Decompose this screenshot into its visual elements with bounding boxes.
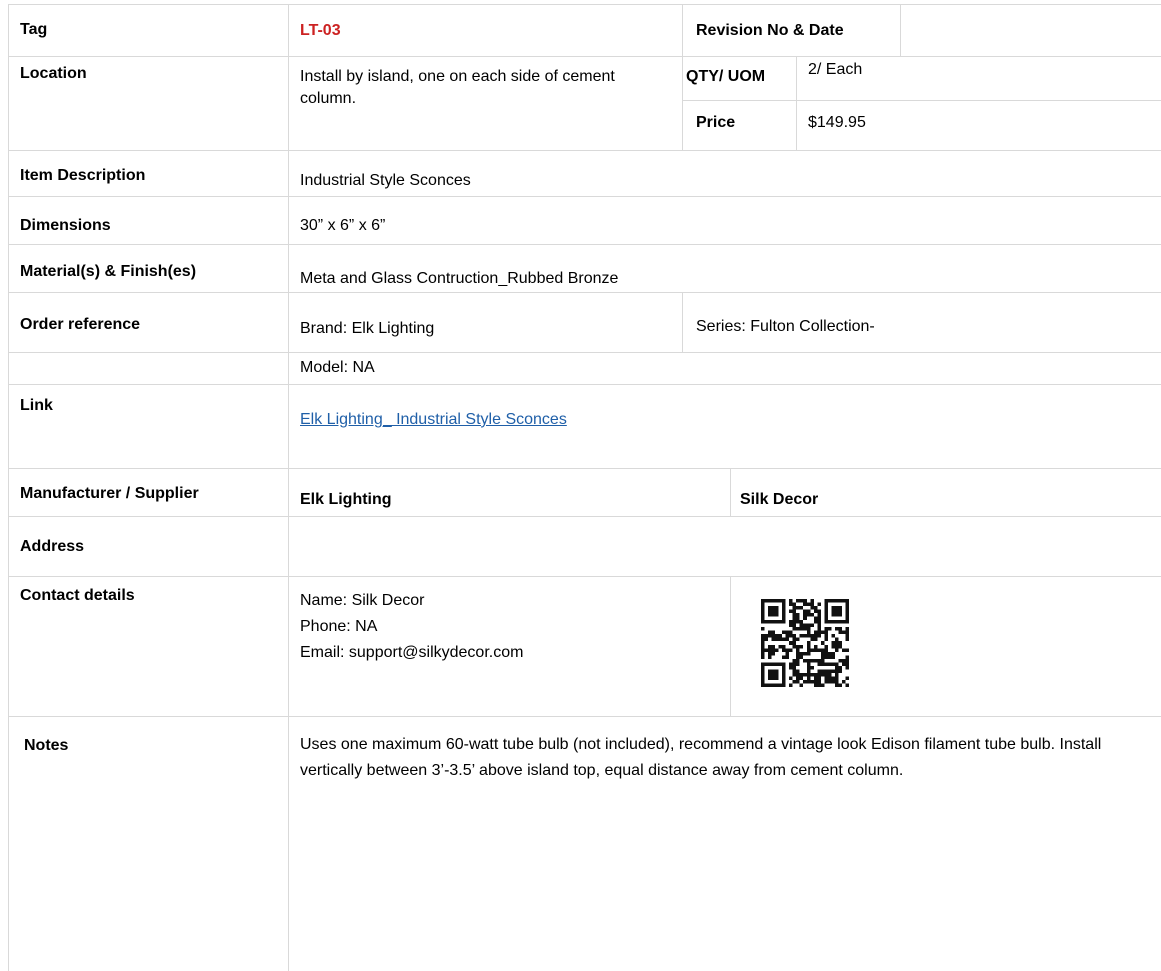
contact-name: Name: Silk Decor xyxy=(300,592,425,609)
address-label: Address xyxy=(20,538,85,555)
supplier-value: Silk Decor xyxy=(740,491,819,508)
order-brand: Brand: Elk Lighting xyxy=(300,320,435,337)
grid-line xyxy=(8,150,1161,151)
dimensions-label: Dimensions xyxy=(20,217,111,234)
grid-line xyxy=(682,4,683,150)
notes-value: Uses one maximum 60-watt tube bulb (not … xyxy=(300,736,1102,779)
manufacturer-value: Elk Lighting xyxy=(300,491,392,508)
qty-value: 2/ Each xyxy=(808,61,863,78)
tag-label: Tag xyxy=(20,21,48,38)
price-label: Price xyxy=(696,114,736,131)
order-series: Series: Fulton Collection- xyxy=(696,318,875,335)
order-model: Model: NA xyxy=(300,359,375,376)
manufacturer-label: Manufacturer / Supplier xyxy=(20,485,199,502)
contact-phone: Phone: NA xyxy=(300,618,378,635)
price-value: $149.95 xyxy=(808,114,866,131)
item-description-label: Item Description xyxy=(20,167,146,184)
grid-line xyxy=(8,384,1161,385)
item-description-value: Industrial Style Sconces xyxy=(300,172,471,189)
location-label: Location xyxy=(20,65,87,82)
grid-line xyxy=(8,56,1161,57)
spec-sheet: Tag LT-03 Revision No & Date Location In… xyxy=(8,4,1161,971)
qty-label: QTY/ UOM xyxy=(686,68,766,85)
materials-label: Material(s) & Finish(es) xyxy=(20,263,197,280)
materials-value: Meta and Glass Contruction_Rubbed Bronze xyxy=(300,270,619,287)
grid-line xyxy=(900,4,901,56)
grid-line xyxy=(730,468,731,516)
grid-line xyxy=(682,100,1161,101)
revision-label: Revision No & Date xyxy=(696,22,844,39)
grid-line xyxy=(8,244,1161,245)
grid-line xyxy=(8,196,1161,197)
order-reference-label: Order reference xyxy=(20,316,141,333)
grid-line xyxy=(8,716,1161,717)
grid-line xyxy=(8,576,1161,577)
grid-line xyxy=(8,352,1161,353)
grid-line xyxy=(8,4,9,971)
grid-line xyxy=(8,516,1161,517)
contact-block: Name: Silk Decor Phone: NA Email: suppor… xyxy=(300,588,523,666)
contact-label: Contact details xyxy=(20,587,135,604)
grid-line xyxy=(730,576,731,716)
grid-line xyxy=(682,292,683,352)
link-label: Link xyxy=(20,397,53,414)
product-link[interactable]: Elk Lighting_ Industrial Style Sconces xyxy=(300,409,567,431)
grid-line xyxy=(796,56,797,150)
grid-line xyxy=(8,4,1161,5)
dimensions-value: 30” x 6” x 6” xyxy=(300,217,386,234)
grid-line xyxy=(288,4,289,971)
qr-code-icon xyxy=(761,599,849,687)
grid-line xyxy=(8,468,1161,469)
tag-value: LT-03 xyxy=(300,22,341,39)
notes-label: Notes xyxy=(24,737,69,754)
contact-email: Email: support@silkydecor.com xyxy=(300,644,524,661)
grid-line xyxy=(8,292,1161,293)
location-value: Install by island, one on each side of c… xyxy=(300,68,615,107)
